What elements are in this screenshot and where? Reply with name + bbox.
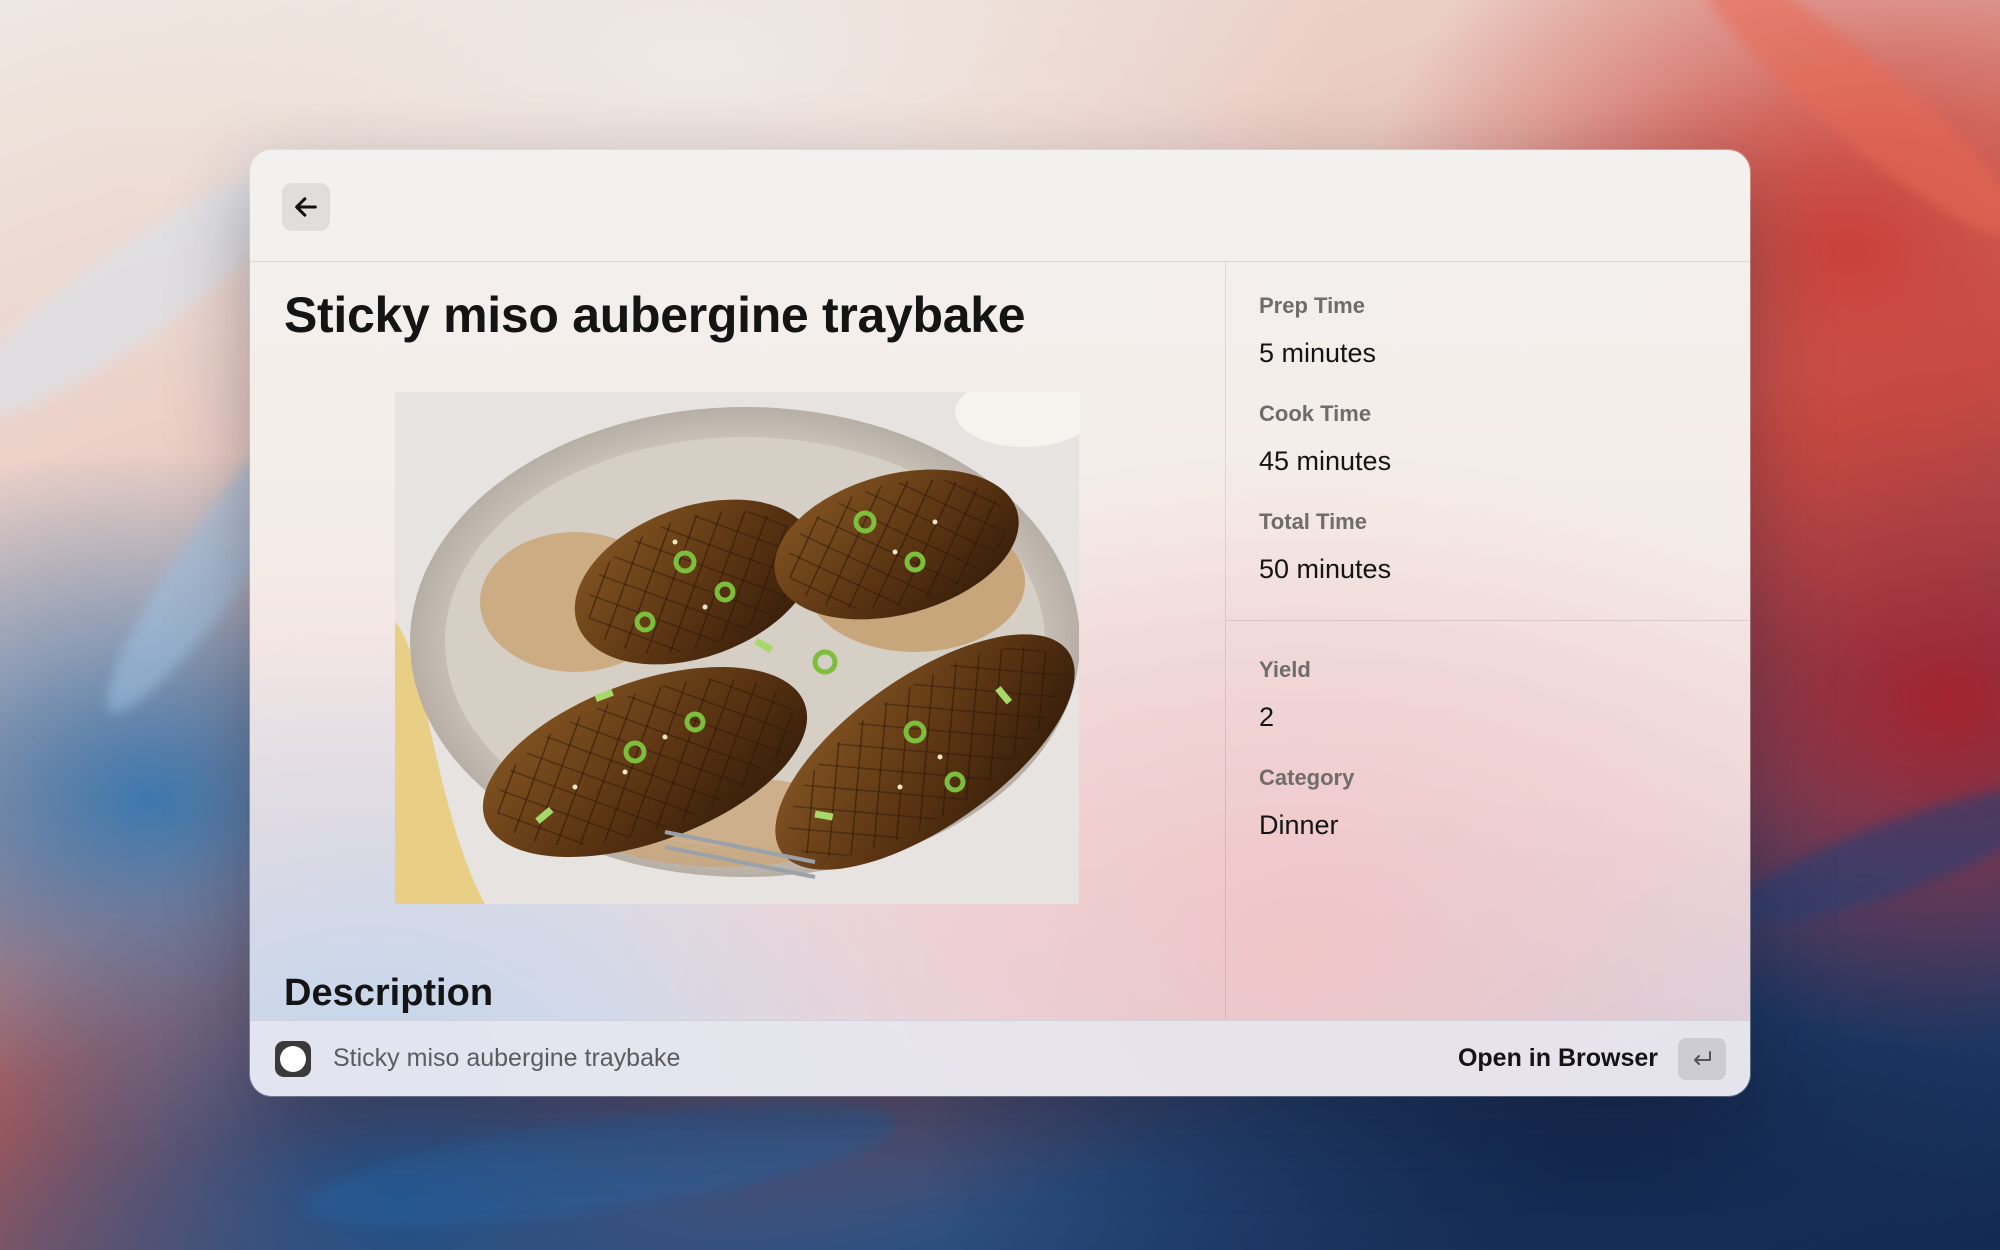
- wallpaper-streak: [296, 1078, 904, 1250]
- back-button[interactable]: [282, 183, 330, 231]
- desktop-wallpaper: Sticky miso aubergine traybake Descripti…: [0, 0, 2000, 1250]
- details-metadata-group: Yield 2 Category Dinner: [1226, 622, 1750, 1020]
- recipe-metadata-pane: Prep Time 5 minutes Cook Time 45 minutes…: [1225, 262, 1750, 1020]
- app-icon: [275, 1041, 311, 1077]
- recipe-detail-window: Sticky miso aubergine traybake Descripti…: [250, 150, 1750, 1096]
- open-in-browser-action[interactable]: Open in Browser: [1458, 1044, 1658, 1073]
- category-value: Dinner: [1259, 810, 1339, 840]
- cook-time-value: 45 minutes: [1259, 446, 1392, 476]
- category-label: Category: [1259, 765, 1355, 790]
- total-time-label: Total Time: [1259, 509, 1367, 534]
- return-key-icon: [1694, 1051, 1711, 1065]
- total-time-value: 50 minutes: [1259, 554, 1392, 584]
- recipe-content-pane[interactable]: Sticky miso aubergine traybake Descripti…: [250, 262, 1224, 1020]
- description-heading: Description: [284, 972, 494, 1014]
- footer-recipe-title: Sticky miso aubergine traybake: [333, 1044, 681, 1072]
- wallpaper-streak: [1718, 760, 2000, 950]
- yield-label: Yield: [1259, 657, 1311, 682]
- action-bar: Sticky miso aubergine traybake Open in B…: [250, 1020, 1750, 1096]
- window-toolbar: [250, 150, 1750, 262]
- recipe-title: Sticky miso aubergine traybake: [284, 287, 1026, 343]
- arrow-left-icon: [295, 197, 317, 217]
- time-metadata-group: Prep Time 5 minutes Cook Time 45 minutes…: [1226, 262, 1750, 621]
- return-key-button[interactable]: [1678, 1038, 1726, 1080]
- yield-value: 2: [1259, 702, 1275, 732]
- recipe-image: [395, 392, 1079, 904]
- cook-time-label: Cook Time: [1259, 401, 1372, 426]
- prep-time-label: Prep Time: [1259, 293, 1365, 318]
- prep-time-value: 5 minutes: [1259, 338, 1377, 368]
- recipe-photo-illustration: [395, 392, 1079, 904]
- app-icon-circle: [280, 1046, 306, 1072]
